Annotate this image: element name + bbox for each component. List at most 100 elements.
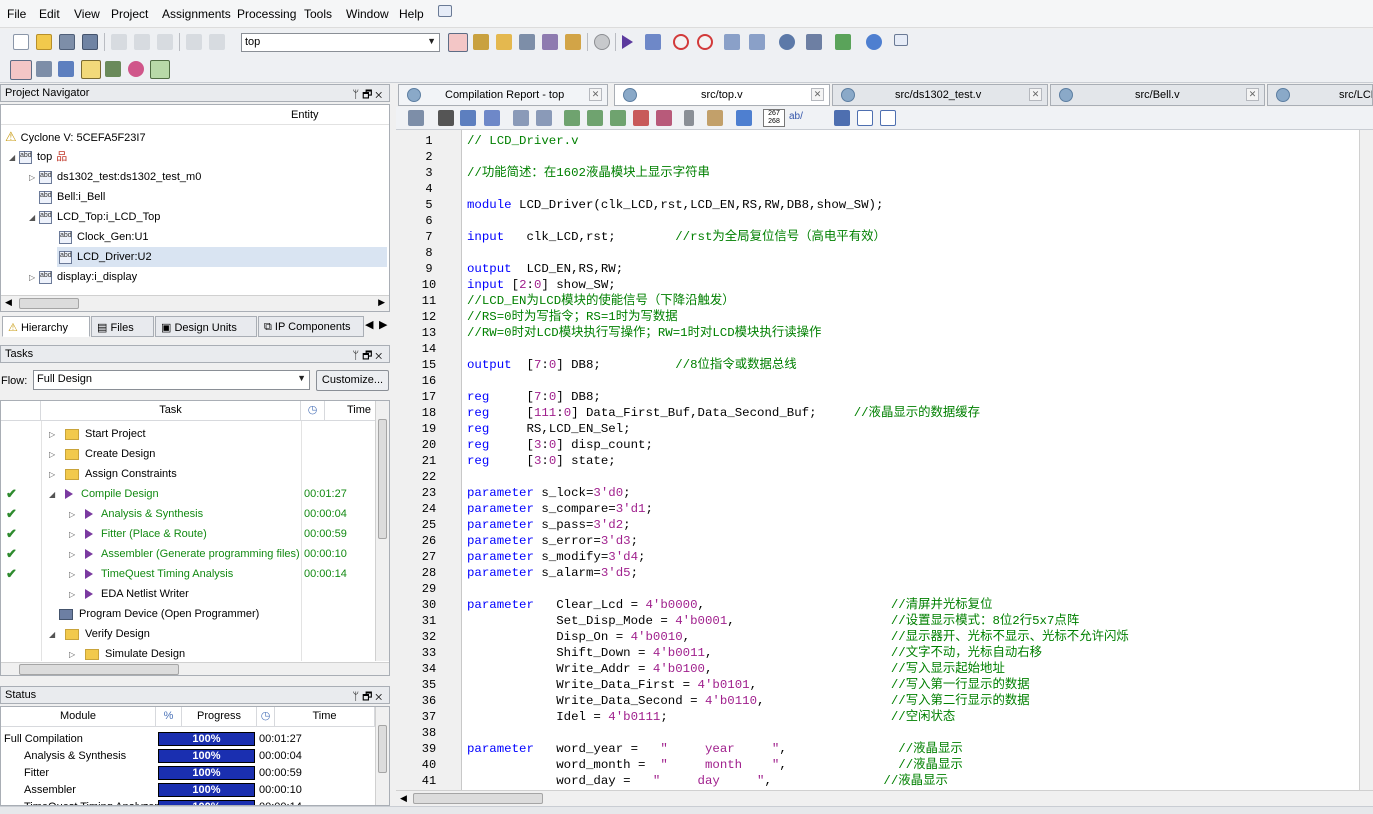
task-row[interactable]: ✔ ▷ Analysis & Synthesis 00:00:04 (1, 504, 375, 524)
tree-item-bell[interactable]: abd Bell:i_Bell (39, 187, 105, 207)
code-line[interactable]: Disp_On = 4'b0010, //显示器开、光标不显示、光标不允许闪烁 (467, 629, 1129, 645)
clear-bookmarks-icon[interactable] (633, 110, 649, 126)
panel-controls[interactable]: ᛘ🗗✕ (352, 86, 385, 105)
hierarchy-icon[interactable] (835, 34, 851, 50)
status-vscrollbar[interactable] (375, 707, 389, 805)
code-line[interactable]: reg [3:0] disp_count; (467, 437, 653, 453)
code-line[interactable]: word_month = " month ", //液晶显示 (467, 757, 963, 773)
tasks-hscrollbar[interactable] (1, 662, 389, 675)
task-row[interactable]: ✔ ▷ Fitter (Place & Route) 00:00:59 (1, 524, 375, 544)
panel-controls[interactable]: ᛘ🗗✕ (352, 347, 385, 366)
code-line[interactable]: parameter s_modify=3'd4; (467, 549, 645, 565)
tree-item-clock-gen[interactable]: abd Clock_Gen:U1 (59, 227, 149, 247)
code-line[interactable]: module LCD_Driver(clk_LCD,rst,LCD_EN,RS,… (467, 197, 883, 213)
code-line[interactable]: parameter s_compare=3'd1; (467, 501, 653, 517)
new-file-icon[interactable] (13, 34, 29, 50)
tree-item-display[interactable]: ▷ abd display:i_display (29, 267, 137, 287)
task-row[interactable]: ◢ Verify Design (1, 624, 375, 644)
scroll-right-icon[interactable]: ▶ (378, 297, 385, 308)
feedback-icon[interactable] (894, 34, 908, 46)
task-row[interactable]: ▷ Create Design (1, 444, 375, 464)
code-line[interactable]: parameter s_error=3'd3; (467, 533, 638, 549)
collapse-arrow-icon[interactable]: ◢ (9, 148, 19, 168)
netlist-viewer-icon[interactable] (749, 34, 765, 50)
task-row[interactable]: ✔ ▷ Assembler (Generate programming files)… (1, 544, 375, 564)
scroll-thumb[interactable] (19, 298, 79, 309)
close-icon[interactable]: ✕ (811, 88, 824, 101)
tab-scroll-left-icon[interactable]: ◀ (365, 318, 373, 331)
prev-bookmark-icon[interactable] (610, 110, 626, 126)
code-line[interactable]: word_day = " day ", //液晶显示 (467, 773, 948, 789)
navigator-hscrollbar[interactable]: ◀ ▶ (1, 295, 389, 311)
task-row[interactable]: ✔ ◢ Compile Design 00:01:27 (1, 484, 375, 504)
indent-icon[interactable] (513, 110, 529, 126)
expand-arrow-icon[interactable]: ▷ (69, 525, 79, 545)
task-row[interactable]: ▷ Assign Constraints (1, 464, 375, 484)
code-line[interactable]: parameter s_lock=3'd0; (467, 485, 631, 501)
code-line[interactable]: Write_Data_First = 4'b0101, //写入第一行显示的数据 (467, 677, 1029, 693)
tree-item-lcd-driver[interactable]: abd LCD_Driver:U2 (57, 247, 387, 267)
scroll-icon[interactable] (707, 110, 723, 126)
collapse-arrow-icon[interactable]: ◢ (49, 485, 59, 505)
task-row[interactable]: Program Device (Open Programmer) (1, 604, 375, 624)
code-line[interactable]: //RS=0时为写指令；RS=1时为写数据 (467, 309, 678, 325)
insert-template-icon[interactable] (408, 110, 424, 126)
tab-lcd-v[interactable]: src/LCD (1267, 84, 1373, 106)
timequest-icon[interactable] (697, 34, 713, 50)
tab-ds1302-test-v[interactable]: src/ds1302_test.v ✕ (832, 84, 1048, 106)
replace-icon[interactable] (460, 110, 476, 126)
column-icon[interactable] (857, 110, 873, 126)
scroll-thumb[interactable] (19, 664, 179, 675)
status-row[interactable]: Assembler 100% 00:00:10 (1, 782, 375, 799)
bookmark-list-icon[interactable] (656, 110, 672, 126)
word-wrap-toggle[interactable]: ab/ (789, 111, 803, 122)
rtl-viewer-icon[interactable] (724, 34, 740, 50)
menu-help[interactable]: Help (399, 7, 424, 21)
device-row[interactable]: ⚠ Cyclone V: 5CEFA5F23I7 (5, 127, 146, 147)
close-icon[interactable]: ✕ (1246, 88, 1259, 101)
refresh-icon[interactable] (128, 61, 144, 77)
status-row[interactable]: Analysis & Synthesis 100% 00:00:04 (1, 748, 375, 765)
next-bookmark-icon[interactable] (587, 110, 603, 126)
edit-icon[interactable] (58, 61, 74, 77)
expand-arrow-icon[interactable]: ▷ (49, 445, 59, 465)
timing-clock-icon[interactable] (673, 34, 689, 50)
tab-top-v[interactable]: src/top.v ✕ (614, 84, 830, 106)
tasks-vscrollbar[interactable] (375, 401, 389, 661)
code-line[interactable]: Write_Data_Second = 4'b0110, //写入第二行显示的数… (467, 693, 1029, 709)
settings-icon[interactable] (519, 34, 535, 50)
edit-mode-icon[interactable] (736, 110, 752, 126)
code-line[interactable]: reg RS,LCD_EN_Sel; (467, 421, 631, 437)
menu-assignments[interactable]: Assignments (162, 7, 231, 21)
scroll-thumb[interactable] (413, 793, 543, 804)
code-line[interactable]: parameter s_alarm=3'd5; (467, 565, 638, 581)
code-line[interactable]: output [7:0] DB8; //8位指令或数据总线 (467, 357, 797, 373)
layout-icon[interactable] (81, 60, 101, 79)
entity-combo[interactable]: top ▼ (241, 33, 440, 52)
open-folder-icon[interactable] (36, 34, 52, 50)
scroll-left-icon[interactable]: ◀ (5, 297, 12, 308)
customize-button[interactable]: Customize... (316, 370, 389, 391)
checklist-icon[interactable] (150, 60, 170, 79)
partition-icon[interactable] (10, 60, 32, 80)
expand-arrow-icon[interactable]: ▷ (69, 545, 79, 565)
editor-vscrollbar[interactable] (1359, 130, 1373, 790)
line-numbers-toggle[interactable]: 267 268 (763, 109, 785, 127)
menu-window[interactable]: Window (346, 7, 389, 21)
tab-scroll-right-icon[interactable]: ▶ (379, 318, 387, 331)
package-icon[interactable] (565, 34, 581, 50)
expand-arrow-icon[interactable]: ▷ (29, 268, 39, 288)
code-line[interactable]: Write_Addr = 4'b0100, //写入显示起始地址 (467, 661, 1005, 677)
save-icon[interactable] (59, 34, 75, 50)
save-all-icon[interactable] (82, 34, 98, 50)
code-line[interactable]: //功能简述：在1602液晶模块上显示字符串 (467, 165, 710, 181)
tab-files[interactable]: ▤ Files (91, 316, 154, 337)
attach-icon[interactable] (684, 110, 694, 126)
code-line[interactable]: Set_Disp_Mode = 4'b0001, //设置显示模式：8位2行5x… (467, 613, 1079, 629)
collapse-arrow-icon[interactable]: ◢ (49, 625, 59, 645)
code-line[interactable]: //LCD_EN为LCD模块的使能信号（下降沿触发） (467, 293, 735, 309)
tree-item-ds1302[interactable]: ▷ abd ds1302_test:ds1302_test_m0 (29, 167, 201, 187)
block-comment-icon[interactable] (880, 110, 896, 126)
close-icon[interactable]: ✕ (1029, 88, 1042, 101)
table-icon[interactable] (105, 61, 121, 77)
